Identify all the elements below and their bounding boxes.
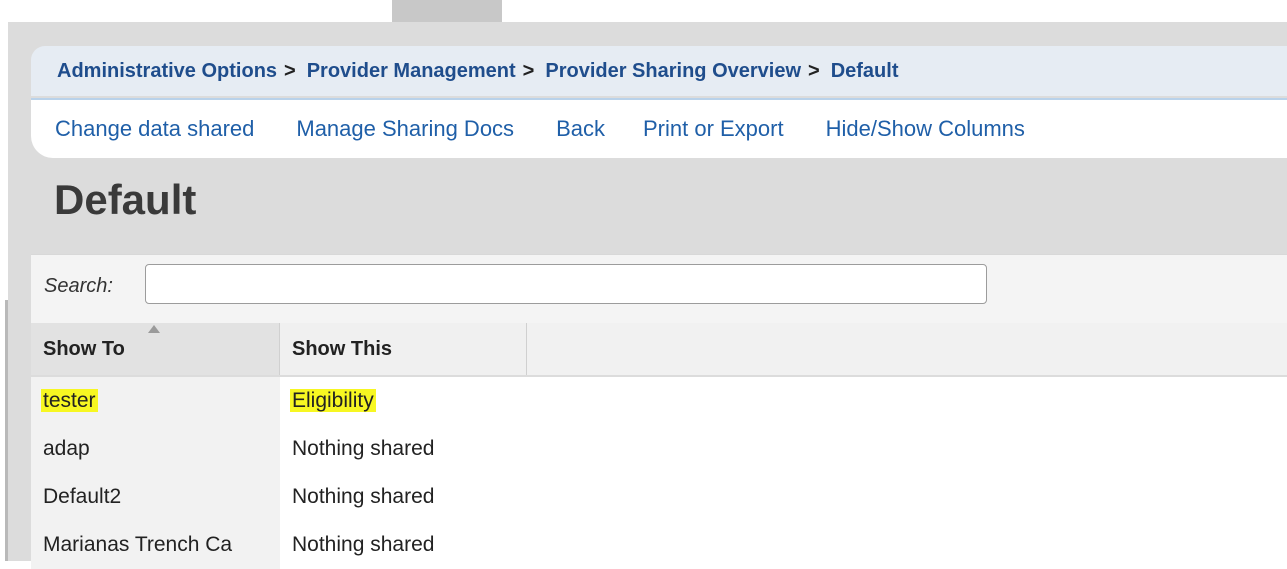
column-header-show-to[interactable]: Show To	[31, 323, 280, 375]
search-input[interactable]	[145, 264, 987, 304]
breadcrumb-separator: >	[808, 59, 820, 82]
breadcrumb-item-provider-management[interactable]: Provider Management	[307, 60, 516, 83]
highlighted-text: Eligibility	[290, 389, 376, 412]
breadcrumb-item-default[interactable]: Default	[831, 60, 899, 83]
cell-show-to: Marianas Trench Ca	[31, 521, 280, 569]
breadcrumb-separator: >	[522, 59, 535, 82]
breadcrumb: Administrative Options > Provider Manage…	[31, 46, 1287, 96]
cell-show-this: Nothing shared	[280, 425, 527, 473]
table-row[interactable]: Default2 Nothing shared	[31, 473, 527, 521]
table-row[interactable]: adap Nothing shared	[31, 425, 527, 473]
action-bar: Change data shared Manage Sharing Docs B…	[31, 98, 1287, 158]
breadcrumb-item-provider-sharing-overview[interactable]: Provider Sharing Overview	[545, 60, 801, 83]
content-area: Administrative Options > Provider Manage…	[31, 0, 1287, 569]
cell-show-this: Eligibility	[280, 377, 527, 425]
back-link[interactable]: Back	[556, 116, 605, 142]
column-header-label: Show This	[292, 338, 392, 360]
manage-sharing-docs-link[interactable]: Manage Sharing Docs	[296, 116, 514, 142]
cell-show-this: Nothing shared	[280, 473, 527, 521]
table-header-row: Show To Show This	[31, 323, 1287, 377]
column-header-show-this[interactable]: Show This	[280, 323, 527, 375]
print-or-export-link[interactable]: Print or Export	[643, 116, 784, 142]
change-data-shared-link[interactable]: Change data shared	[55, 116, 254, 142]
cell-show-to: adap	[31, 425, 280, 473]
cell-show-this: Nothing shared	[280, 521, 527, 569]
search-label: Search:	[44, 275, 113, 297]
page-title: Default	[54, 176, 197, 223]
hide-show-columns-link[interactable]: Hide/Show Columns	[826, 116, 1025, 142]
sharing-table: Show To Show This tester Eligibility ada…	[31, 323, 1287, 569]
sort-ascending-icon	[148, 325, 160, 333]
table-row[interactable]: Marianas Trench Ca Nothing shared	[31, 521, 527, 569]
cell-show-to: Default2	[31, 473, 280, 521]
breadcrumb-item-administrative-options[interactable]: Administrative Options	[57, 60, 277, 83]
left-scroll-edge	[5, 300, 8, 561]
highlighted-text: tester	[41, 389, 98, 412]
cell-show-to: tester	[31, 377, 280, 425]
breadcrumb-separator: >	[284, 59, 296, 82]
search-row: Search:	[31, 254, 1287, 324]
table-row[interactable]: tester Eligibility	[31, 377, 527, 425]
column-header-label: Show To	[43, 338, 125, 360]
